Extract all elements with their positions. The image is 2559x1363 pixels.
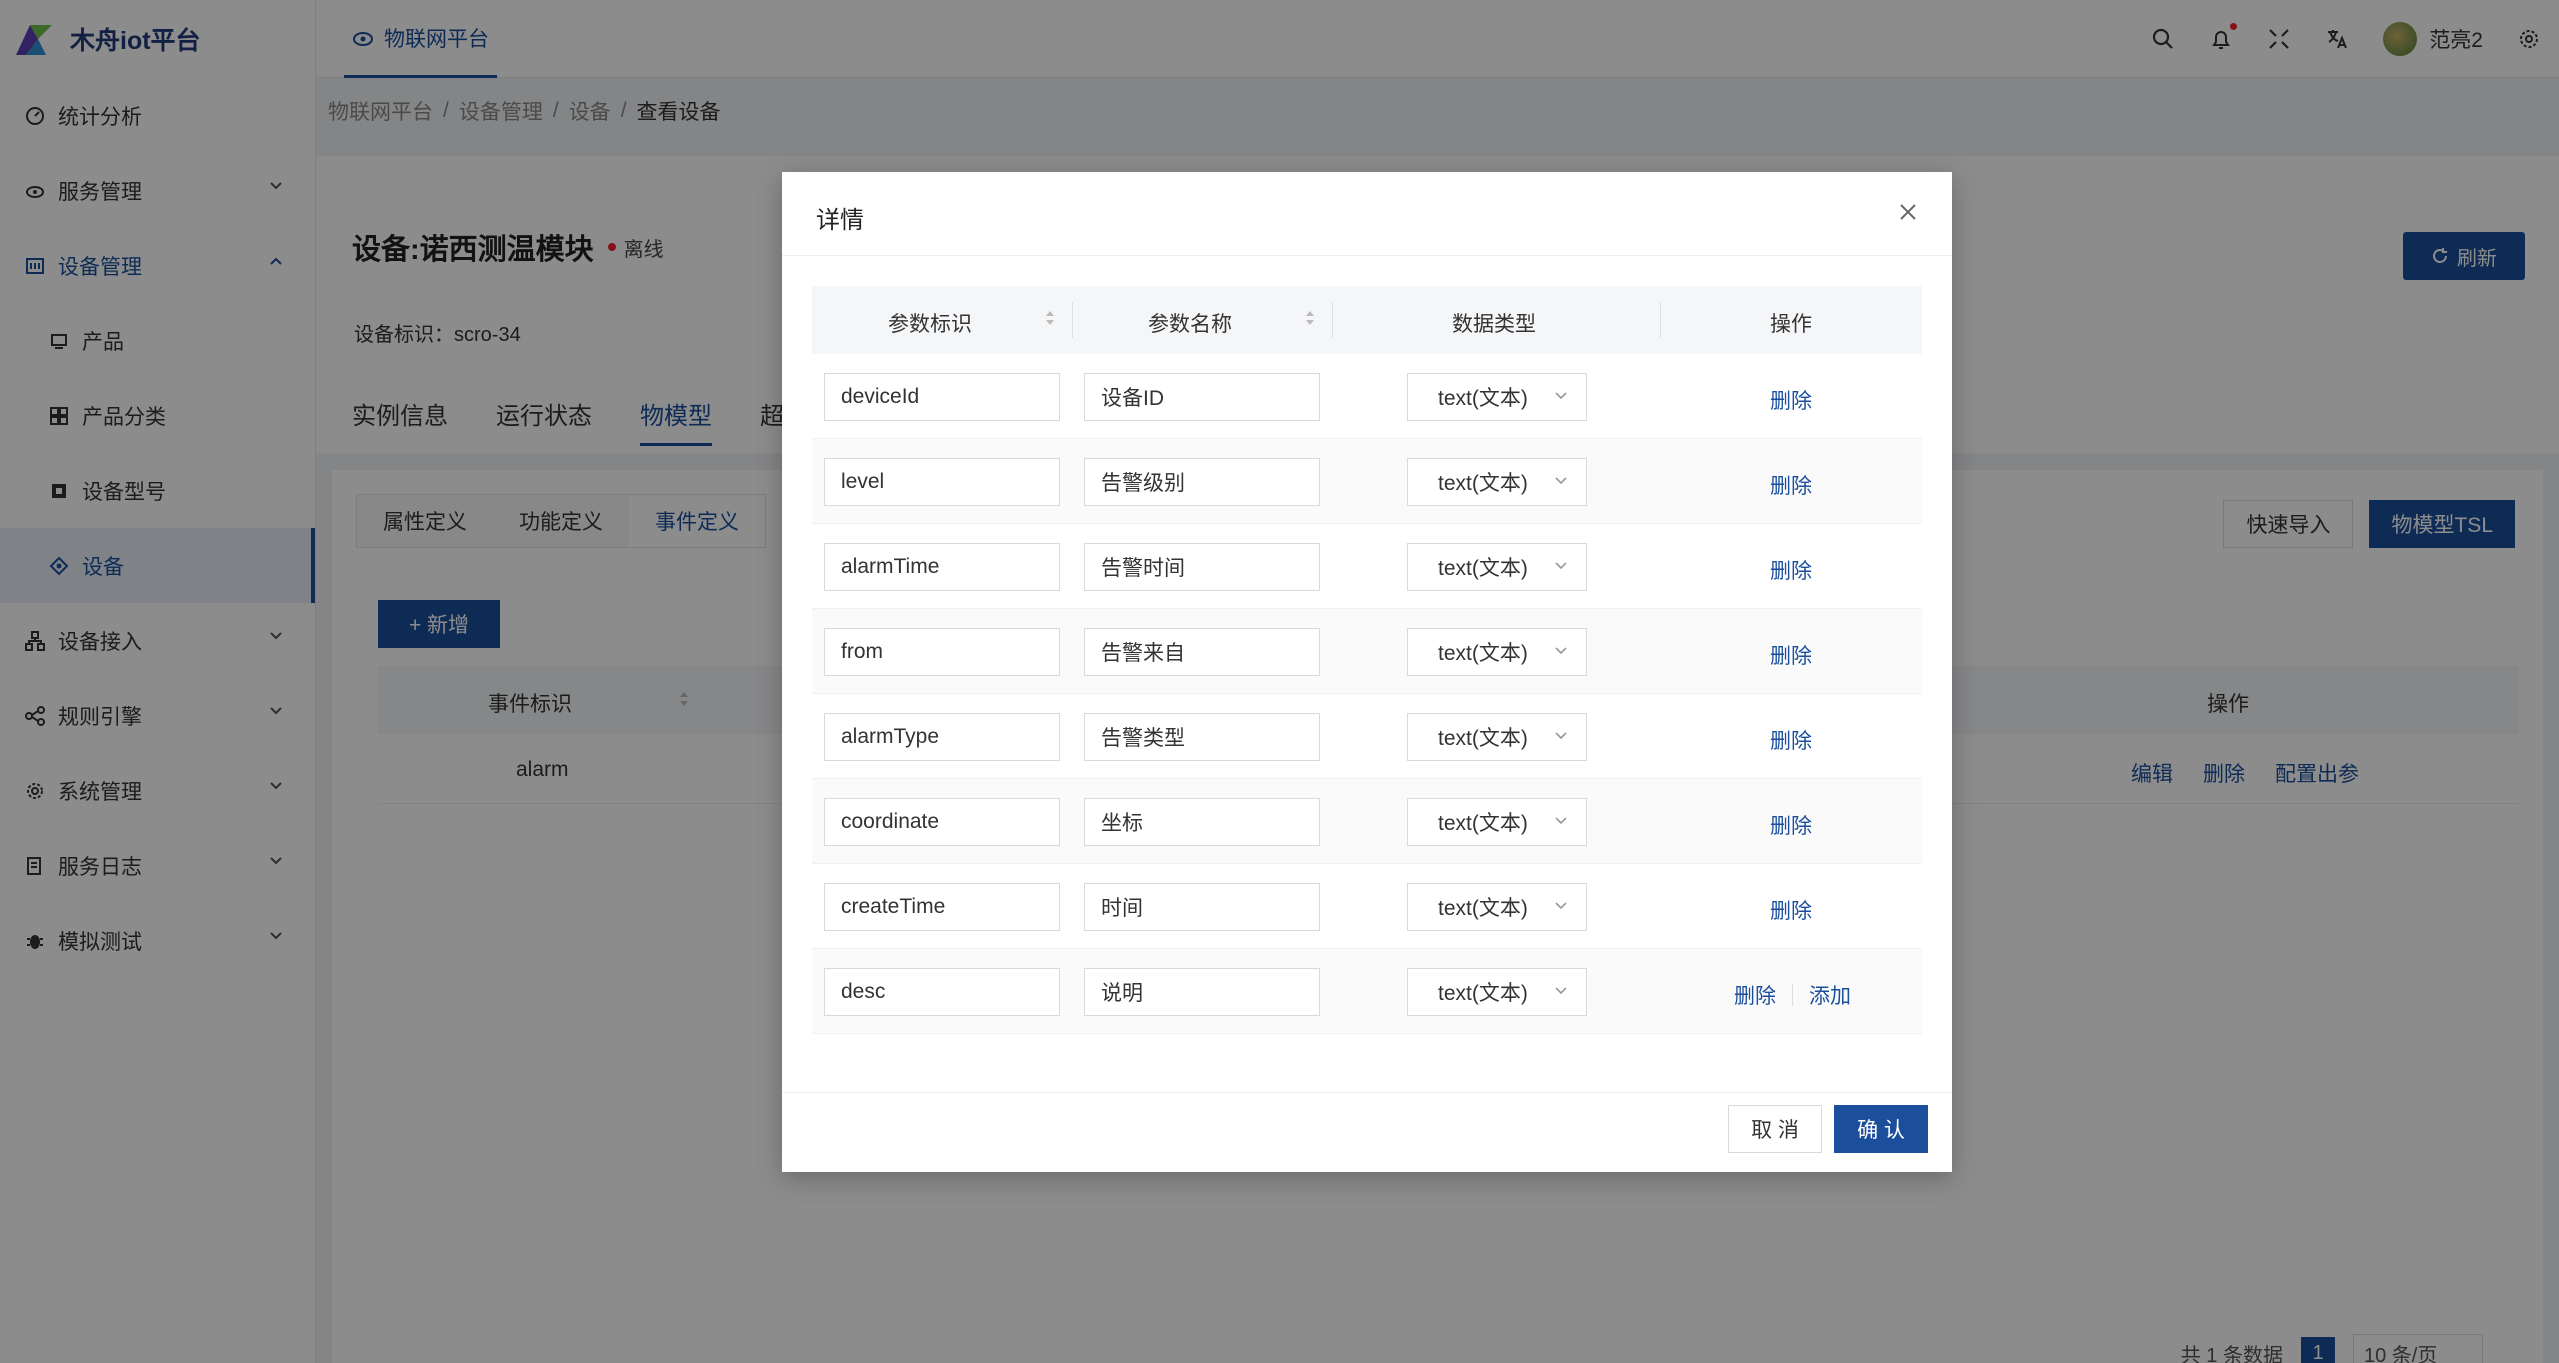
chevron-down-icon	[1554, 986, 1568, 996]
confirm-button[interactable]: 确 认	[1834, 1105, 1928, 1153]
modal-title: 详情	[816, 207, 864, 234]
param-id-input[interactable]: coordinate	[824, 798, 1060, 846]
data-type-select[interactable]: text(文本)	[1407, 628, 1587, 676]
cancel-button[interactable]: 取 消	[1728, 1105, 1822, 1153]
select-value: text(文本)	[1438, 982, 1528, 1005]
param-id-input[interactable]: deviceId	[824, 373, 1060, 421]
select-value: text(文本)	[1438, 642, 1528, 665]
close-icon[interactable]	[1894, 198, 1922, 226]
param-id-input[interactable]: desc	[824, 968, 1060, 1016]
column-divider	[1332, 302, 1333, 338]
data-type-select[interactable]: text(文本)	[1407, 968, 1587, 1016]
delete-link[interactable]: 删除	[1770, 470, 1812, 500]
column-divider	[1072, 302, 1073, 338]
select-value: text(文本)	[1438, 897, 1528, 920]
param-id-input[interactable]: alarmType	[824, 713, 1060, 761]
row-operations: 删除	[1770, 555, 1812, 585]
delete-link[interactable]: 删除	[1770, 725, 1812, 755]
column-header-param-id: 参数标识	[888, 313, 972, 336]
select-value: text(文本)	[1438, 557, 1528, 580]
param-name-input[interactable]: 告警时间	[1084, 543, 1320, 591]
row-operations: 删除	[1770, 640, 1812, 670]
row-operations: 删除 添加	[1734, 980, 1851, 1010]
param-name-input[interactable]: 时间	[1084, 883, 1320, 931]
param-id-input[interactable]: createTime	[824, 883, 1060, 931]
param-id-input[interactable]: alarmTime	[824, 543, 1060, 591]
column-divider	[1660, 302, 1661, 338]
data-type-select[interactable]: text(文本)	[1407, 543, 1587, 591]
column-header-operations: 操作	[1770, 313, 1812, 336]
delete-link[interactable]: 删除	[1770, 810, 1812, 840]
modal-header: 详情	[782, 172, 1952, 256]
param-row: desc 说明 text(文本) 删除 添加	[812, 949, 1922, 1034]
param-name-input[interactable]: 告警级别	[1084, 458, 1320, 506]
param-table: 参数标识 参数名称 数据类型 操作 deviceId 设备ID text(文本)…	[812, 286, 1922, 1034]
param-row: alarmType 告警类型 text(文本) 删除	[812, 694, 1922, 779]
detail-modal: 详情 参数标识 参数名称 数据类型 操作 deviceId 设备ID text(…	[782, 172, 1952, 1172]
param-name-input[interactable]: 说明	[1084, 968, 1320, 1016]
row-operations: 删除	[1770, 810, 1812, 840]
divider	[1792, 984, 1793, 1006]
chevron-down-icon	[1554, 646, 1568, 656]
delete-link[interactable]: 删除	[1770, 555, 1812, 585]
row-operations: 删除	[1770, 470, 1812, 500]
data-type-select[interactable]: text(文本)	[1407, 713, 1587, 761]
column-header-data-type: 数据类型	[1452, 313, 1536, 336]
delete-link[interactable]: 删除	[1770, 640, 1812, 670]
data-type-select[interactable]: text(文本)	[1407, 373, 1587, 421]
param-row: coordinate 坐标 text(文本) 删除	[812, 779, 1922, 864]
chevron-down-icon	[1554, 731, 1568, 741]
param-table-header: 参数标识 参数名称 数据类型 操作	[812, 286, 1922, 354]
column-header-param-name: 参数名称	[1148, 313, 1232, 336]
select-value: text(文本)	[1438, 472, 1528, 495]
data-type-select[interactable]: text(文本)	[1407, 883, 1587, 931]
chevron-down-icon	[1554, 561, 1568, 571]
param-name-input[interactable]: 告警类型	[1084, 713, 1320, 761]
chevron-down-icon	[1554, 391, 1568, 401]
param-name-input[interactable]: 设备ID	[1084, 373, 1320, 421]
param-row: from 告警来自 text(文本) 删除	[812, 609, 1922, 694]
delete-link[interactable]: 删除	[1770, 385, 1812, 415]
param-name-input[interactable]: 坐标	[1084, 798, 1320, 846]
row-operations: 删除	[1770, 895, 1812, 925]
add-link[interactable]: 添加	[1809, 980, 1851, 1010]
row-operations: 删除	[1770, 385, 1812, 415]
delete-link[interactable]: 删除	[1734, 980, 1776, 1010]
delete-link[interactable]: 删除	[1770, 895, 1812, 925]
data-type-select[interactable]: text(文本)	[1407, 458, 1587, 506]
chevron-down-icon	[1554, 816, 1568, 826]
param-row: alarmTime 告警时间 text(文本) 删除	[812, 524, 1922, 609]
sort-icon[interactable]	[1044, 306, 1056, 330]
chevron-down-icon	[1554, 476, 1568, 486]
data-type-select[interactable]: text(文本)	[1407, 798, 1587, 846]
param-id-input[interactable]: from	[824, 628, 1060, 676]
row-operations: 删除	[1770, 725, 1812, 755]
sort-icon[interactable]	[1304, 306, 1316, 330]
chevron-down-icon	[1554, 901, 1568, 911]
param-id-input[interactable]: level	[824, 458, 1060, 506]
param-row: createTime 时间 text(文本) 删除	[812, 864, 1922, 949]
param-row: level 告警级别 text(文本) 删除	[812, 439, 1922, 524]
modal-footer: 取 消 确 认	[782, 1092, 1952, 1172]
select-value: text(文本)	[1438, 727, 1528, 750]
param-row: deviceId 设备ID text(文本) 删除	[812, 354, 1922, 439]
select-value: text(文本)	[1438, 387, 1528, 410]
select-value: text(文本)	[1438, 812, 1528, 835]
param-name-input[interactable]: 告警来自	[1084, 628, 1320, 676]
